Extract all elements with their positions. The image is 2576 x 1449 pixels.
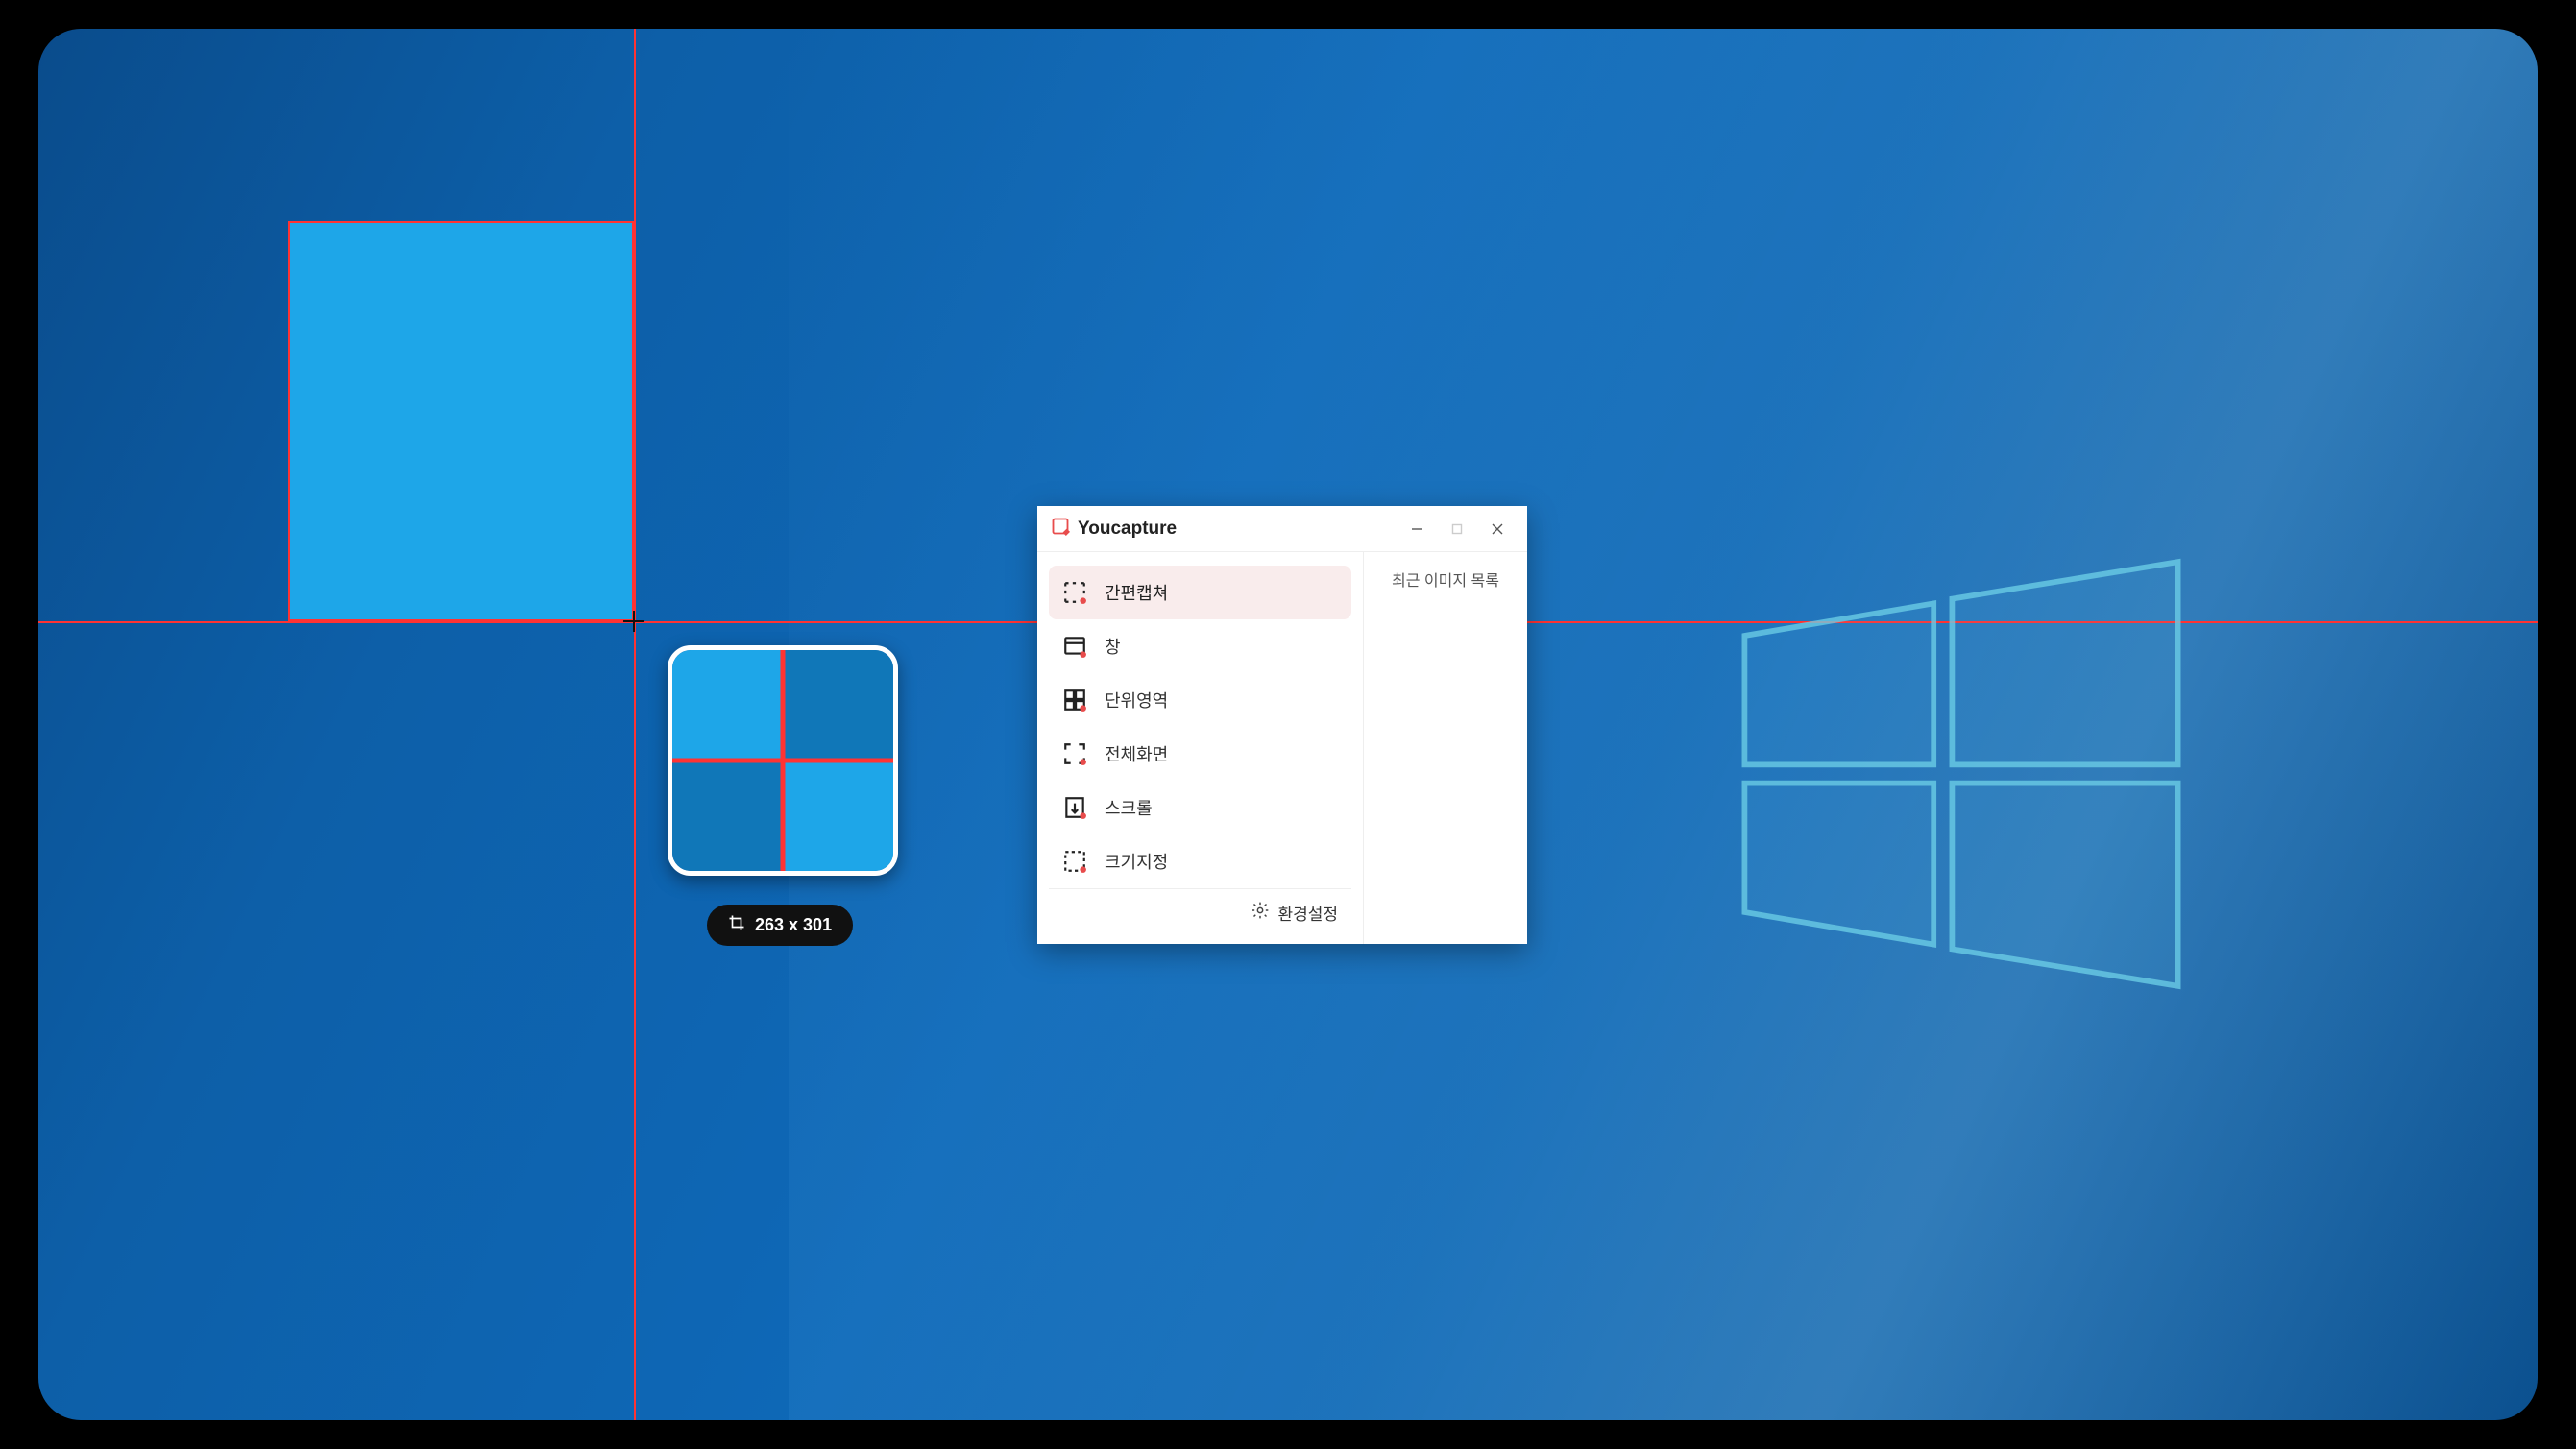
titlebar[interactable]: Youcapture (1037, 506, 1527, 552)
windows-logo-icon (1731, 543, 2192, 1004)
menu-item-quick-capture[interactable]: 간편캡쳐 (1049, 566, 1351, 619)
window-controls (1397, 510, 1518, 548)
menu-item-label: 스크롤 (1105, 795, 1153, 820)
menu-item-fullscreen[interactable]: 전체화면 (1049, 727, 1351, 781)
menu-item-window[interactable]: 창 (1049, 619, 1351, 673)
settings-button[interactable]: 환경설정 (1049, 888, 1351, 936)
menu-item-label: 크기지정 (1105, 849, 1168, 874)
size-spec-icon (1062, 849, 1087, 874)
gear-icon (1251, 901, 1270, 925)
selection-size-text: 263 x 301 (755, 915, 832, 935)
dashed-selection-icon (1062, 580, 1087, 605)
scroll-icon (1062, 795, 1087, 820)
magnifier (668, 645, 898, 876)
recent-images-heading: 최근 이미지 목록 (1377, 568, 1514, 591)
menu-item-size-spec[interactable]: 크기지정 (1049, 834, 1351, 888)
app-title-text: Youcapture (1078, 519, 1177, 540)
recent-images-panel: 최근 이미지 목록 (1364, 552, 1527, 944)
menu-item-label: 간편캡쳐 (1105, 580, 1168, 605)
menu-item-label: 전체화면 (1105, 741, 1168, 766)
desktop: 263 x 301 Youcapture (38, 29, 2538, 1420)
app-title: Youcapture (1051, 517, 1177, 542)
capture-menu: 간편캡쳐 창 (1037, 552, 1364, 944)
grid-region-icon (1062, 688, 1087, 712)
maximize-button (1437, 510, 1477, 548)
selection-size-badge: 263 x 301 (707, 905, 853, 946)
settings-label: 환경설정 (1277, 901, 1338, 925)
menu-item-label: 창 (1105, 634, 1121, 659)
menu-item-scroll[interactable]: 스크롤 (1049, 781, 1351, 834)
crop-icon (728, 914, 745, 936)
menu-item-label: 단위영역 (1105, 688, 1168, 712)
app-logo-icon (1051, 517, 1070, 542)
minimize-button[interactable] (1397, 510, 1437, 548)
youcapture-window[interactable]: Youcapture (1037, 506, 1527, 944)
menu-item-region[interactable]: 단위영역 (1049, 673, 1351, 727)
capture-selection[interactable] (288, 221, 634, 621)
close-button[interactable] (1477, 510, 1518, 548)
fullscreen-icon (1062, 741, 1087, 766)
window-icon (1062, 634, 1087, 659)
crosshair-vertical-line (634, 29, 636, 1420)
